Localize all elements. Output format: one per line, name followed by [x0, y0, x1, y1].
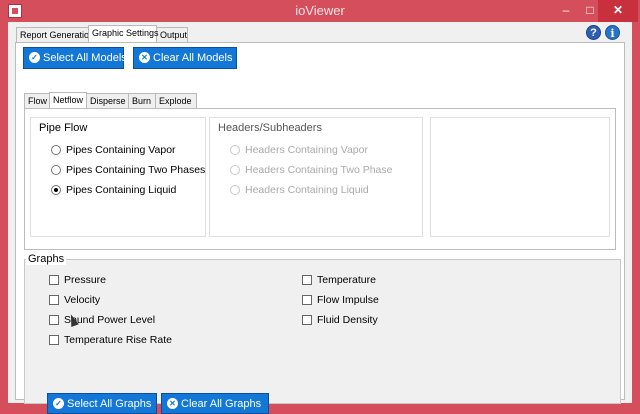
window-title: ioViewer: [295, 3, 345, 18]
clear-all-models-button[interactable]: ✕ Clear All Models: [133, 47, 237, 69]
empty-group: [430, 117, 610, 237]
tab-flow[interactable]: Flow: [24, 93, 50, 108]
checkbox[interactable]: [49, 275, 59, 285]
radio-button-selected[interactable]: [51, 185, 61, 195]
radio-button[interactable]: [51, 145, 61, 155]
radio-label: Headers Containing Liquid: [245, 184, 369, 196]
radio-button[interactable]: [51, 165, 61, 175]
checkbox-label: Temperature Rise Rate: [64, 334, 172, 346]
graphic-settings-panel: ✓ Select All Models ✕ Clear All Models F…: [15, 42, 625, 414]
close-button[interactable]: ✕: [598, 0, 638, 22]
pipe-flow-group: Pipe Flow Pipes Containing Vapor Pipes C…: [30, 117, 206, 237]
netflow-panel: Pipe Flow Pipes Containing Vapor Pipes C…: [24, 108, 616, 250]
radio-button-disabled: [230, 165, 240, 175]
check-circle-icon: ✓: [53, 398, 64, 409]
checkbox-label: Temperature: [317, 274, 376, 286]
clear-all-models-label: Clear All Models: [153, 52, 233, 64]
radio-button-disabled: [230, 145, 240, 155]
pipe-flow-title: Pipe Flow: [39, 122, 88, 134]
tab-explode[interactable]: Explode: [155, 93, 197, 108]
tab-burn[interactable]: Burn: [128, 93, 156, 108]
checkbox-label: Fluid Density: [317, 314, 378, 326]
checkbox[interactable]: [49, 295, 59, 305]
checkbox-label: Velocity: [64, 294, 101, 306]
radio-label: Pipes Containing Vapor: [66, 144, 176, 156]
radio-label: Headers Containing Vapor: [245, 144, 368, 156]
headers-group: Headers/Subheaders Headers Containing Va…: [209, 117, 423, 237]
radio-label: Headers Containing Two Phase: [245, 164, 393, 176]
radio-button-disabled: [230, 185, 240, 195]
tab-output[interactable]: Output: [156, 27, 188, 42]
checkbox-label: Pressure: [64, 274, 107, 286]
tab-netflow[interactable]: Netflow: [49, 92, 87, 108]
graphs-title: Graphs: [26, 253, 67, 265]
checkbox-label: Flow Impulse: [317, 294, 379, 306]
clear-circle-icon: ✕: [139, 52, 150, 63]
select-all-models-label: Select All Models: [43, 52, 127, 64]
select-all-models-button[interactable]: ✓ Select All Models: [23, 47, 127, 69]
checkbox[interactable]: [302, 275, 312, 285]
clear-circle-icon: ✕: [167, 398, 178, 409]
tab-report-generation[interactable]: Report Generation: [16, 27, 94, 42]
checkbox[interactable]: [49, 335, 59, 345]
help-icon[interactable]: ?: [586, 25, 601, 40]
graphs-group: Pressure Velocity Sound Power Level Temp…: [24, 259, 621, 414]
select-all-graphs-label: Select All Graphs: [67, 398, 152, 410]
checkbox[interactable]: [302, 315, 312, 325]
tab-graphic-settings[interactable]: Graphic Settings: [88, 25, 159, 42]
title-bar: ioViewer – □ ✕: [0, 0, 640, 22]
radio-label: Pipes Containing Two Phases: [66, 164, 206, 176]
tab-disperse[interactable]: Disperse: [86, 93, 129, 108]
window-client: Report Generation Graphic Settings Outpu…: [8, 22, 632, 414]
checkbox[interactable]: [49, 315, 59, 325]
clear-all-graphs-label: Clear All Graphs: [181, 398, 262, 410]
checkbox[interactable]: [302, 295, 312, 305]
info-icon[interactable]: i: [605, 25, 620, 40]
headers-title: Headers/Subheaders: [218, 122, 322, 134]
radio-label: Pipes Containing Liquid: [66, 184, 177, 196]
check-circle-icon: ✓: [29, 52, 40, 63]
